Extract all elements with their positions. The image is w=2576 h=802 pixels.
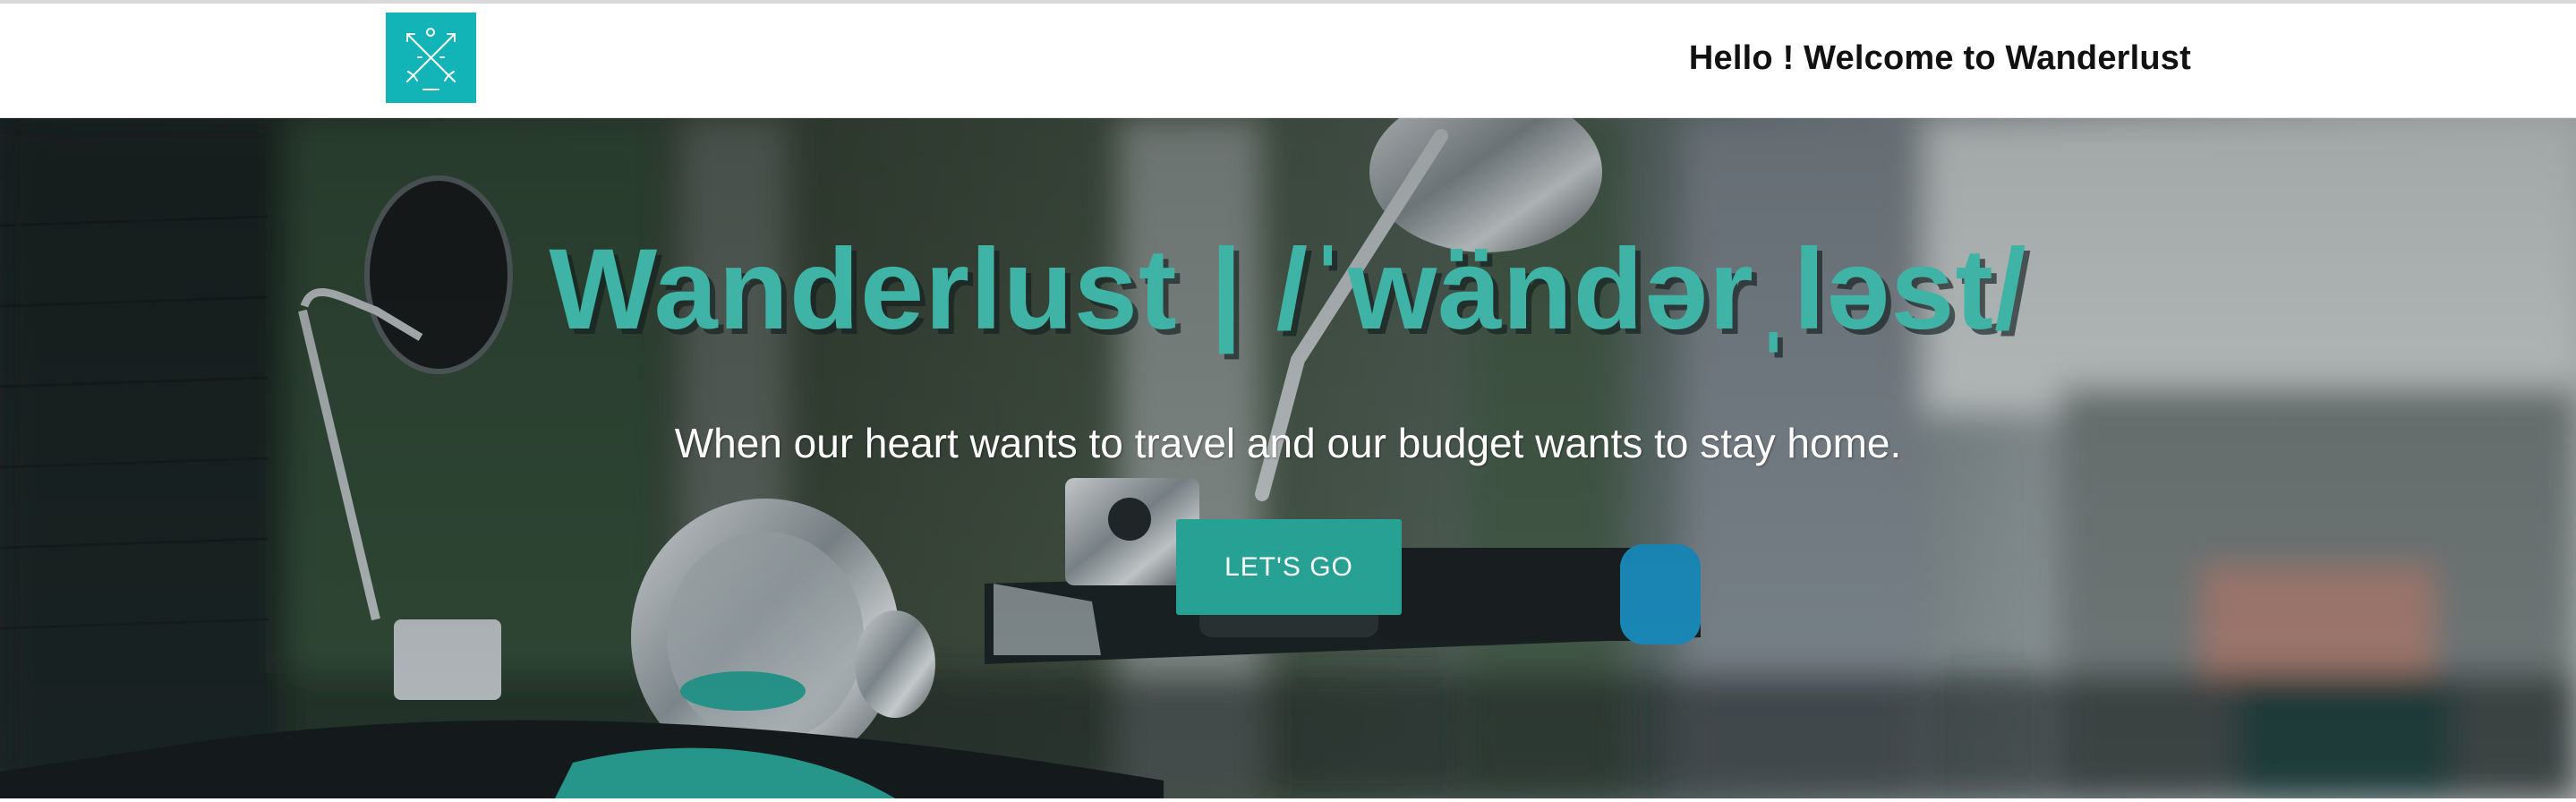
welcome-greeting: Hello ! Welcome to Wanderlust [1688,39,2191,77]
bottom-border [0,798,2576,802]
logo-link[interactable] [386,13,476,103]
crossed-arrows-logo-icon [386,13,476,103]
hero-title: Wanderlust | /ˈwändərˌləst/ [549,226,2027,354]
hero-subtitle: When our heart wants to travel and our b… [674,420,1902,466]
hero-banner: Wanderlust | /ˈwändərˌləst/ When our hea… [0,118,2576,798]
lets-go-button[interactable]: LET'S GO [1176,519,1402,615]
navbar: Hello ! Welcome to Wanderlust [0,4,2576,118]
